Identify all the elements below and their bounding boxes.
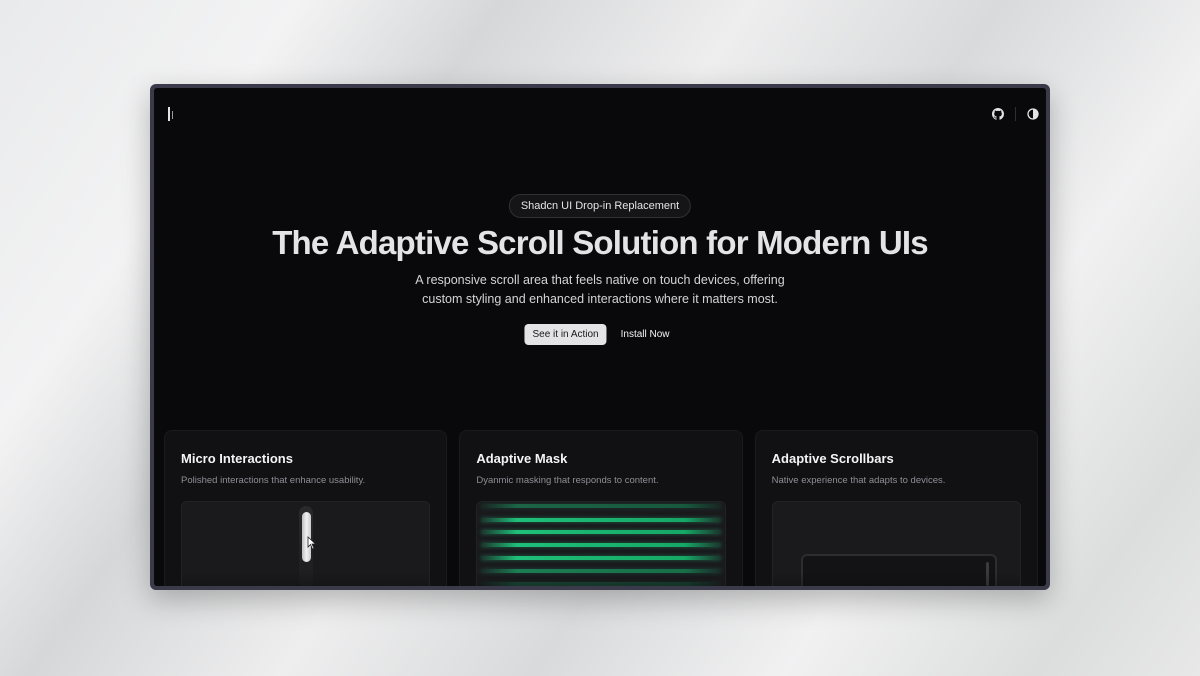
app-screen: Shadcn UI Drop-in Replacement The Adapti… [154,88,1046,586]
github-icon[interactable] [991,107,1005,121]
see-in-action-button[interactable]: See it in Action [524,324,607,345]
hero-title: The Adaptive Scroll Solution for Modern … [272,224,928,261]
pointer-cursor-icon [307,536,317,550]
content-line [481,518,721,522]
content-line [481,530,721,534]
feature-card-adaptive-scrollbars: Adaptive Scrollbars Native experience th… [754,430,1038,586]
card-preview [476,501,726,586]
card-description: Native experience that adapts to devices… [771,475,946,486]
fade-mask [772,572,1020,586]
card-preview [181,501,431,586]
device-frame: Shadcn UI Drop-in Replacement The Adapti… [150,84,1050,590]
card-preview [771,501,1021,586]
content-line [481,556,721,560]
card-title: Adaptive Scrollbars [771,451,894,466]
fade-mask [182,572,430,586]
theme-toggle-icon[interactable] [1026,107,1040,121]
install-now-button[interactable]: Install Now [615,324,676,345]
logo[interactable] [168,107,176,121]
feature-card-micro-interactions: Micro Interactions Polished interactions… [164,430,448,586]
hero-badge: Shadcn UI Drop-in Replacement [508,194,692,218]
card-description: Dyanmic masking that responds to content… [476,475,659,486]
header-actions [991,105,1040,123]
fade-mask [477,572,725,586]
logo-bar-secondary [172,111,173,119]
hero-subtitle: A responsive scroll area that feels nati… [415,273,785,306]
card-title: Micro Interactions [181,451,293,466]
hero-actions: See it in Action Install Now [524,324,675,345]
feature-cards: Micro Interactions Polished interactions… [164,430,1038,586]
header-divider [1015,107,1016,121]
feature-card-adaptive-mask: Adaptive Mask Dyanmic masking that respo… [459,430,743,586]
content-line [481,504,721,508]
card-description: Polished interactions that enhance usabi… [181,475,366,486]
logo-bar [168,107,170,121]
content-line [481,543,721,547]
card-title: Adaptive Mask [476,451,568,466]
